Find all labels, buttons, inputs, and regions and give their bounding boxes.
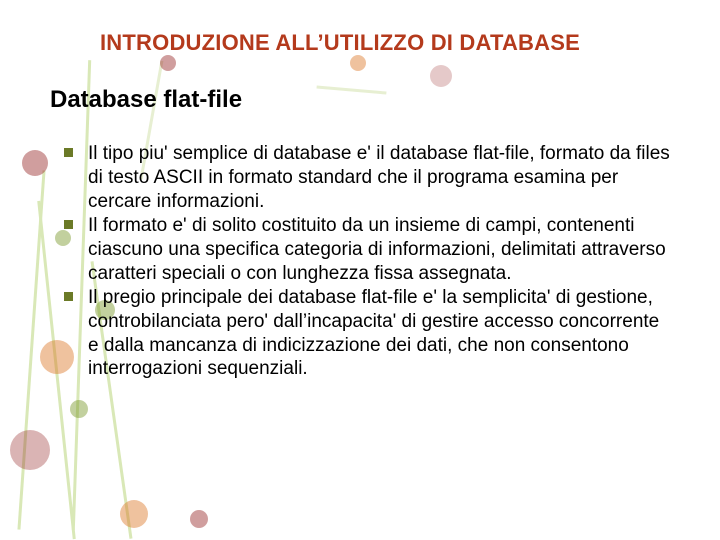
bullet-item: Il formato e' di solito costituito da un… xyxy=(88,214,670,286)
bullet-list: Il tipo piu' semplice di database e' il … xyxy=(50,142,680,381)
bullet-item: Il pregio principale dei database flat-f… xyxy=(88,286,670,382)
bullet-item: Il tipo piu' semplice di database e' il … xyxy=(88,142,670,214)
slide-title: INTRODUZIONE ALL’UTILIZZO DI DATABASE xyxy=(100,30,680,56)
slide-subtitle: Database flat-file xyxy=(50,86,680,114)
slide: INTRODUZIONE ALL’UTILIZZO DI DATABASE Da… xyxy=(0,0,720,540)
